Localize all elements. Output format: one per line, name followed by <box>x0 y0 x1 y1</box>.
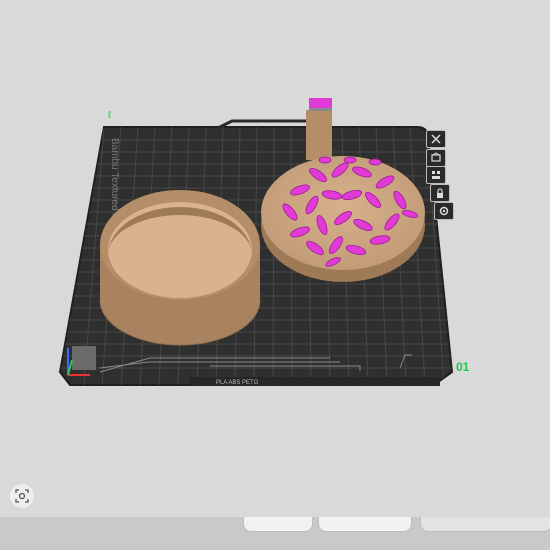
3d-viewport[interactable]: PLA ABS PETG Bambu Textured PEI ℓ <box>0 0 550 550</box>
arrange-icon <box>432 171 440 179</box>
bottom-tab-3[interactable] <box>420 517 550 532</box>
bottom-tab-1[interactable] <box>243 517 313 532</box>
lock-plate-button[interactable] <box>430 184 450 202</box>
auto-orient-button[interactable] <box>426 149 446 167</box>
plate-number: 01 <box>456 360 470 374</box>
camera-view-icon <box>15 489 29 503</box>
arrange-button[interactable] <box>426 166 446 184</box>
auto-orient-icon <box>431 152 441 162</box>
camera-view-button[interactable] <box>10 484 34 508</box>
plate-tag-mark: ℓ <box>108 110 112 121</box>
close-icon <box>431 134 441 144</box>
lock-icon <box>437 188 443 198</box>
pattern-tag-model[interactable] <box>261 98 425 282</box>
bottom-tab-2[interactable] <box>318 517 412 532</box>
plate-close-button[interactable] <box>426 130 446 148</box>
filament-label: PLA ABS PETG <box>216 380 259 386</box>
settings-icon <box>439 206 449 216</box>
plate-settings-button[interactable] <box>434 202 454 220</box>
box-model[interactable] <box>99 190 261 346</box>
